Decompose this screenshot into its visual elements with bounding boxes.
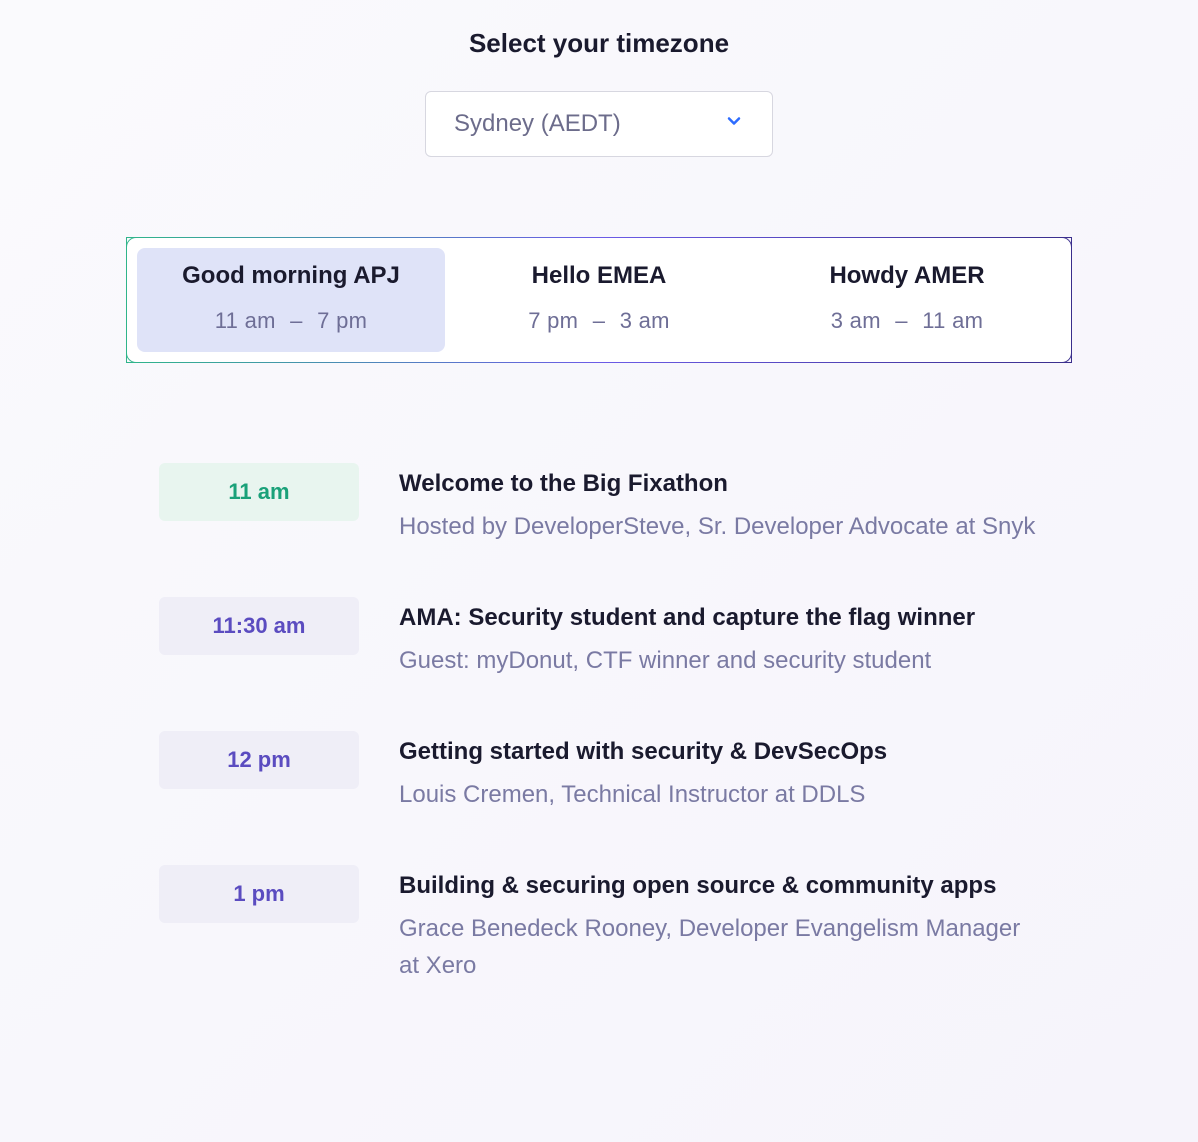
tab-start: 3 am xyxy=(831,308,881,333)
schedule-details: Building & securing open source & commun… xyxy=(399,865,1039,984)
time-pill: 1 pm xyxy=(159,865,359,923)
time-pill: 11 am xyxy=(159,463,359,521)
schedule-details: Welcome to the Big Fixathon Hosted by De… xyxy=(399,463,1039,545)
schedule-row: 1 pm Building & securing open source & c… xyxy=(159,865,1039,984)
tab-end: 3 am xyxy=(620,308,670,333)
region-tabs: Good morning APJ 11 am – 7 pm Hello EMEA… xyxy=(126,237,1072,363)
tab-amer[interactable]: Howdy AMER 3 am – 11 am xyxy=(753,248,1061,352)
schedule-details: AMA: Security student and capture the fl… xyxy=(399,597,1039,679)
tab-end: 11 am xyxy=(922,308,983,333)
schedule-row: 11 am Welcome to the Big Fixathon Hosted… xyxy=(159,463,1039,545)
time-pill: 12 pm xyxy=(159,731,359,789)
session-title: Building & securing open source & commun… xyxy=(399,869,1039,904)
timezone-select[interactable]: Sydney (AEDT) xyxy=(425,91,773,157)
tab-time: 11 am – 7 pm xyxy=(137,308,445,334)
tab-time: 3 am – 11 am xyxy=(753,308,1061,334)
session-subtitle: Louis Cremen, Technical Instructor at DD… xyxy=(399,776,1039,813)
session-title: Welcome to the Big Fixathon xyxy=(399,467,1039,502)
timezone-heading: Select your timezone xyxy=(0,28,1198,59)
dash-icon: – xyxy=(895,308,908,333)
session-subtitle: Grace Benedeck Rooney, Developer Evangel… xyxy=(399,910,1039,984)
tab-time: 7 pm – 3 am xyxy=(445,308,753,334)
timezone-selected-label: Sydney (AEDT) xyxy=(454,110,621,138)
session-title: Getting started with security & DevSecOp… xyxy=(399,735,1039,770)
dash-icon: – xyxy=(593,308,606,333)
schedule-row: 12 pm Getting started with security & De… xyxy=(159,731,1039,813)
tab-start: 11 am xyxy=(215,308,276,333)
session-title: AMA: Security student and capture the fl… xyxy=(399,601,1039,636)
dash-icon: – xyxy=(290,308,303,333)
tab-title: Good morning APJ xyxy=(137,262,445,290)
chevron-down-icon xyxy=(724,111,744,137)
schedule-list: 11 am Welcome to the Big Fixathon Hosted… xyxy=(159,463,1039,984)
tab-apj[interactable]: Good morning APJ 11 am – 7 pm xyxy=(137,248,445,352)
time-pill: 11:30 am xyxy=(159,597,359,655)
tab-start: 7 pm xyxy=(528,308,578,333)
tab-end: 7 pm xyxy=(317,308,367,333)
schedule-row: 11:30 am AMA: Security student and captu… xyxy=(159,597,1039,679)
session-subtitle: Hosted by DeveloperSteve, Sr. Developer … xyxy=(399,508,1039,545)
schedule-details: Getting started with security & DevSecOp… xyxy=(399,731,1039,813)
tab-title: Howdy AMER xyxy=(753,262,1061,290)
tab-emea[interactable]: Hello EMEA 7 pm – 3 am xyxy=(445,248,753,352)
session-subtitle: Guest: myDonut, CTF winner and security … xyxy=(399,642,1039,679)
tab-title: Hello EMEA xyxy=(445,262,753,290)
